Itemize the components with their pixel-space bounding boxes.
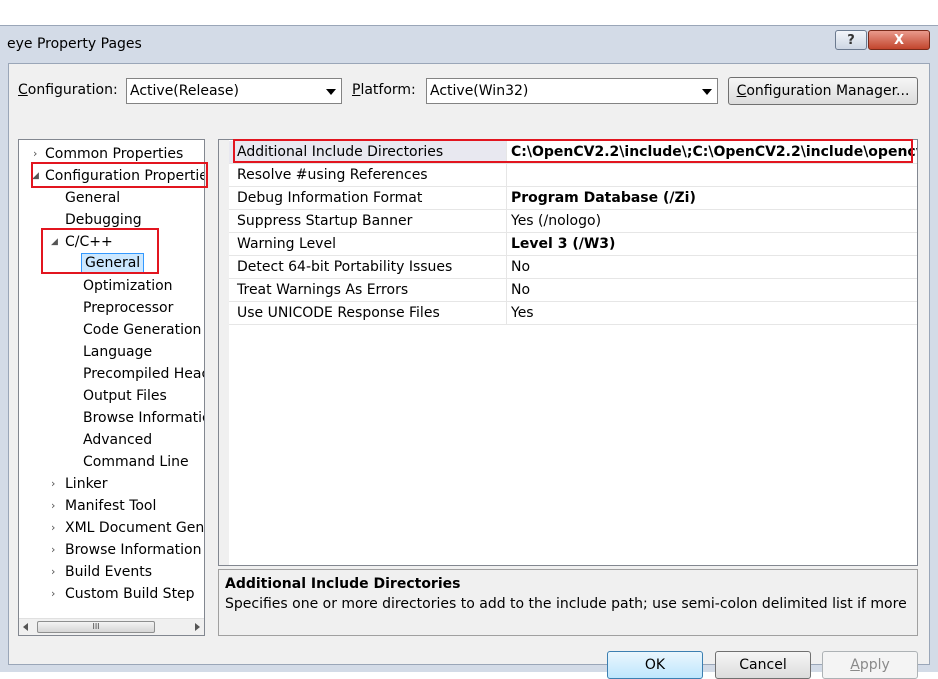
tree-item-browse-information[interactable]: Browse Informatic <box>83 407 204 429</box>
platform-value: Active(Win32) <box>430 83 529 99</box>
description-title: Additional Include Directories <box>225 576 461 592</box>
property-row-use-unicode-response-files[interactable]: Use UNICODE Response Files Yes <box>229 302 917 325</box>
tree-item-linker[interactable]: › Linker <box>19 473 204 495</box>
tree-item-label: Common Properties <box>45 146 184 162</box>
configuration-select[interactable]: Active(Release) <box>126 78 342 104</box>
property-name: Detect 64-bit Portability Issues <box>229 256 507 278</box>
property-row-warning-level[interactable]: Warning Level Level 3 (/W3) <box>229 233 917 256</box>
collapse-icon[interactable]: ◢ <box>51 231 58 253</box>
tree-item-cpp[interactable]: ◢ C/C++ <box>19 231 204 253</box>
description-text: Specifies one or more directories to add… <box>225 596 911 612</box>
platform-select[interactable]: Active(Win32) <box>426 78 718 104</box>
property-grid[interactable]: Additional Include Directories C:\OpenCV… <box>218 139 918 566</box>
window-title: eye Property Pages <box>7 36 142 52</box>
tree-item-advanced[interactable]: Advanced <box>83 429 152 451</box>
scroll-thumb[interactable]: III <box>37 621 155 633</box>
expand-icon[interactable]: › <box>51 495 55 517</box>
property-name: Treat Warnings As Errors <box>229 279 507 301</box>
tree-item-command-line[interactable]: Command Line <box>83 451 189 473</box>
expand-icon[interactable]: › <box>51 539 55 561</box>
property-name: Debug Information Format <box>229 187 507 209</box>
expand-icon[interactable]: › <box>51 561 55 583</box>
tree-item-label: Configuration Properties <box>45 168 205 184</box>
configuration-manager-button[interactable]: Configuration Manager... <box>728 77 918 105</box>
help-icon: ? <box>847 32 855 48</box>
tree-item-browse-information-root[interactable]: › Browse Information <box>19 539 204 561</box>
property-value[interactable]: Program Database (/Zi) <box>507 187 917 209</box>
property-row-detect-64bit-portability[interactable]: Detect 64-bit Portability Issues No <box>229 256 917 279</box>
tree-item-manifest-tool[interactable]: › Manifest Tool <box>19 495 204 517</box>
grid-gutter <box>219 140 229 565</box>
property-name: Use UNICODE Response Files <box>229 302 507 324</box>
scroll-left-icon[interactable] <box>23 623 28 631</box>
tree-item-output-files[interactable]: Output Files <box>83 385 167 407</box>
property-value[interactable] <box>507 164 917 186</box>
collapse-icon[interactable]: ◢ <box>32 165 39 187</box>
property-value[interactable]: No <box>507 256 917 278</box>
property-row-treat-warnings-as-errors[interactable]: Treat Warnings As Errors No <box>229 279 917 302</box>
help-button[interactable]: ? <box>835 30 867 50</box>
tree-item-custom-build-step[interactable]: › Custom Build Step <box>19 583 204 605</box>
expand-icon[interactable]: › <box>51 473 55 495</box>
tree-item-label: C/C++ <box>65 234 113 250</box>
tree-item-preprocessor[interactable]: Preprocessor <box>83 297 173 319</box>
tree-item-general[interactable]: General <box>65 187 120 209</box>
property-value[interactable]: No <box>507 279 917 301</box>
close-button[interactable]: X <box>868 30 930 50</box>
property-value[interactable]: Level 3 (/W3) <box>507 233 917 255</box>
apply-button[interactable]: Apply <box>822 651 918 679</box>
dialog-client-area: Configuration: Active(Release) Platform:… <box>8 63 930 679</box>
tree-item-debugging[interactable]: Debugging <box>65 209 142 231</box>
close-icon: X <box>893 32 905 48</box>
tree-item-code-generation[interactable]: Code Generation <box>83 319 201 341</box>
property-name: Warning Level <box>229 233 507 255</box>
tree-horizontal-scrollbar[interactable]: III <box>19 618 204 635</box>
expand-icon[interactable]: › <box>51 517 55 539</box>
tree-item-optimization[interactable]: Optimization <box>83 275 173 297</box>
tree-item-common-properties[interactable]: › Common Properties <box>19 143 204 165</box>
expand-icon[interactable]: › <box>51 583 55 605</box>
property-name: Resolve #using References <box>229 164 507 186</box>
tree-item-configuration-properties[interactable]: ◢ Configuration Properties <box>19 165 204 187</box>
tree-item-build-events[interactable]: › Build Events <box>19 561 204 583</box>
property-row-resolve-using-references[interactable]: Resolve #using References <box>229 164 917 187</box>
property-row-additional-include-directories[interactable]: Additional Include Directories C:\OpenCV… <box>229 141 917 164</box>
property-pages-window: eye Property Pages ? X Configuration: Ac… <box>0 25 938 679</box>
tree-item-language[interactable]: Language <box>83 341 152 363</box>
ok-button[interactable]: OK <box>607 651 703 679</box>
property-name: Additional Include Directories <box>229 141 507 163</box>
cancel-button[interactable]: Cancel <box>715 651 811 679</box>
property-value[interactable]: C:\OpenCV2.2\include\;C:\OpenCV2.2\inclu… <box>507 141 917 163</box>
tree-item-cpp-general[interactable]: General <box>81 253 145 273</box>
property-description-panel: Additional Include Directories Specifies… <box>218 569 918 636</box>
tree-item-label: Linker <box>65 476 108 492</box>
configuration-value: Active(Release) <box>130 83 239 99</box>
property-value[interactable]: Yes (/nologo) <box>507 210 917 232</box>
platform-label: Platform: <box>352 82 416 98</box>
expand-icon[interactable]: › <box>33 143 37 165</box>
configuration-label: Configuration: <box>18 82 118 98</box>
property-row-debug-information-format[interactable]: Debug Information Format Program Databas… <box>229 187 917 210</box>
property-row-suppress-startup-banner[interactable]: Suppress Startup Banner Yes (/nologo) <box>229 210 917 233</box>
title-bar[interactable]: eye Property Pages ? X <box>0 26 938 63</box>
tree-item-label: Build Events <box>65 564 152 580</box>
chevron-down-icon <box>702 89 712 95</box>
tree-item-xml-document-generator[interactable]: › XML Document Gene <box>19 517 204 539</box>
property-name: Suppress Startup Banner <box>229 210 507 232</box>
tree-item-label: Manifest Tool <box>65 498 157 514</box>
category-tree[interactable]: › Common Properties ◢ Configuration Prop… <box>18 139 205 636</box>
property-value[interactable]: Yes <box>507 302 917 324</box>
scroll-right-icon[interactable] <box>195 623 200 631</box>
tree-item-label: Custom Build Step <box>65 586 195 602</box>
chevron-down-icon <box>326 89 336 95</box>
tree-item-label: XML Document Gene <box>65 520 205 536</box>
tree-item-precompiled-headers[interactable]: Precompiled Heac <box>83 363 204 385</box>
tree-item-label: Browse Information <box>65 542 202 558</box>
